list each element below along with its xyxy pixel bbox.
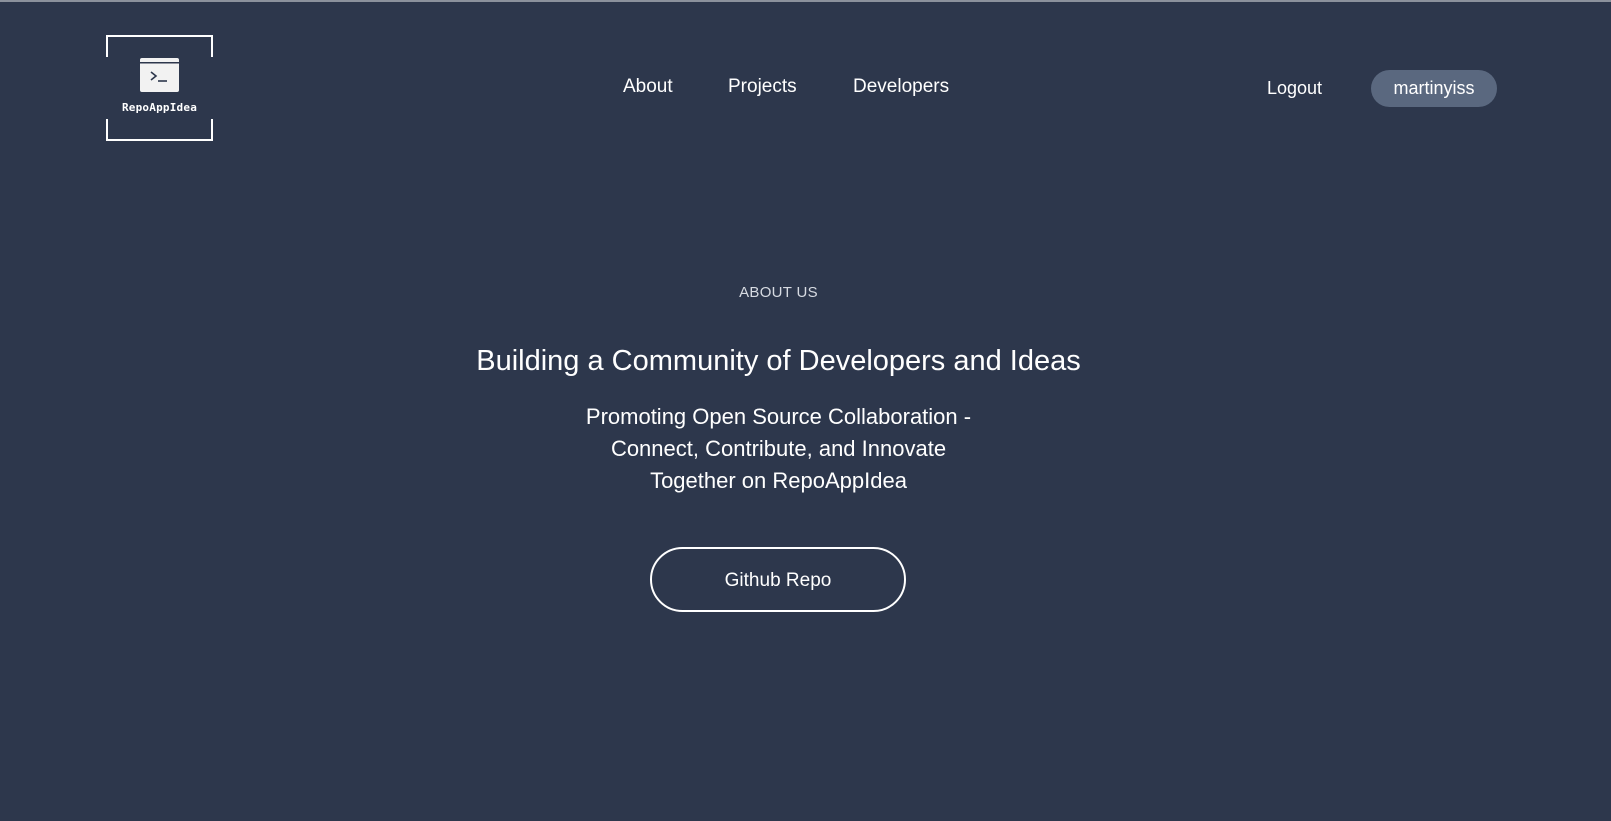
- hero-subline: Promoting Open Source Collaboration - Co…: [0, 401, 1584, 497]
- page: { "logo": { "text": "RepoAppIdea", "icon…: [0, 0, 1611, 821]
- hero-subline-line: Together on RepoAppIdea: [650, 468, 907, 493]
- hero-headline: Building a Community of Developers and I…: [476, 345, 1081, 377]
- hero-subline-line: Connect, Contribute, and Innovate: [610, 436, 947, 461]
- nav-about[interactable]: About: [623, 76, 673, 98]
- logout-link[interactable]: Logout: [1267, 78, 1322, 99]
- section-eyebrow: ABOUT US: [739, 284, 818, 301]
- logo-text: RepoAppIdea: [121, 101, 198, 114]
- terminal-icon: [140, 58, 179, 92]
- top-divider: [0, 0, 1611, 2]
- hero-subline-line: Promoting Open Source Collaboration -: [585, 404, 972, 429]
- user-profile-button[interactable]: martinyiss: [1371, 70, 1497, 107]
- logo-link[interactable]: RepoAppIdea: [106, 35, 213, 141]
- nav-projects[interactable]: Projects: [728, 76, 797, 98]
- nav-developers[interactable]: Developers: [853, 76, 949, 98]
- github-repo-button[interactable]: Github Repo: [650, 547, 906, 612]
